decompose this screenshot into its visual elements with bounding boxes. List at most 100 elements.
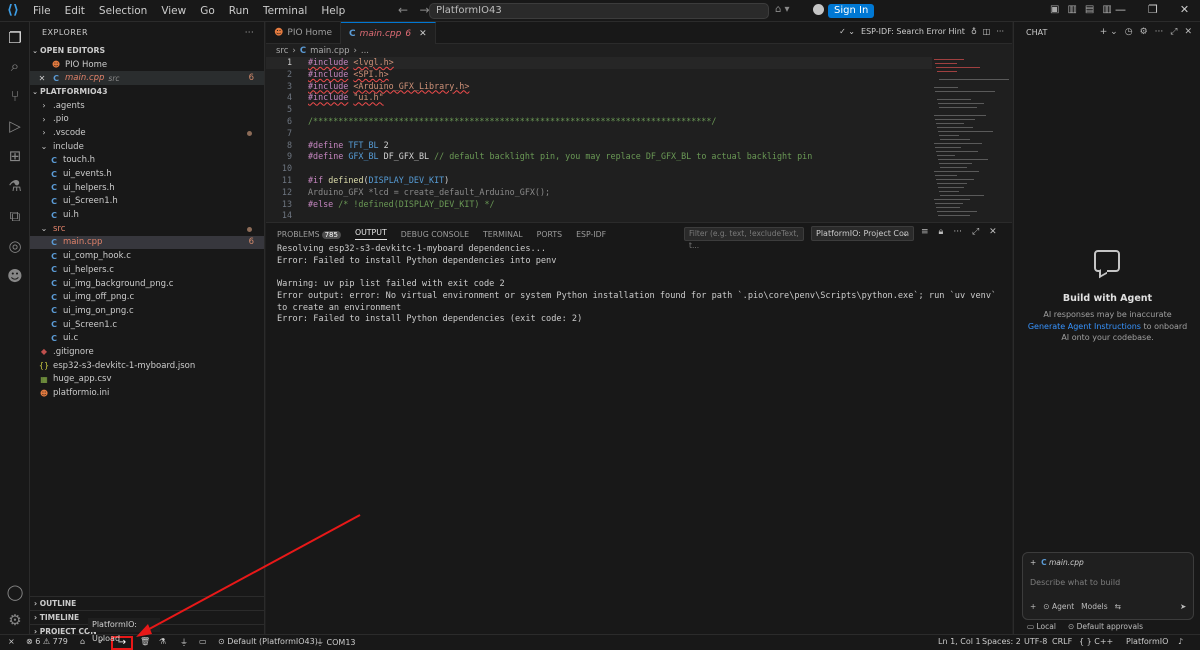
command-center-search[interactable]: PlatformIO43 — [429, 3, 769, 19]
tab-problems[interactable]: PROBLEMS 785 — [277, 230, 341, 239]
explorer-icon[interactable]: ❐ — [5, 28, 25, 48]
add-context-icon[interactable]: + — [1030, 602, 1036, 611]
file-tree-item[interactable]: Cui.h — [30, 208, 264, 222]
indentation[interactable]: Spaces: 2 — [982, 637, 1021, 646]
tab-esp-idf[interactable]: ESP-IDF — [576, 230, 606, 239]
python-icon[interactable]: ⧉ — [5, 206, 25, 226]
more-actions-icon[interactable]: ··· — [245, 22, 254, 44]
agent-mode-picker[interactable]: ⊙ Agent — [1043, 602, 1074, 611]
file-tree-item[interactable]: ◆ .gitignore — [30, 345, 264, 359]
lock-scroll-icon[interactable]: 🔒︎ — [939, 227, 944, 237]
platformio-status[interactable]: PlatformIO — [1126, 637, 1168, 646]
pio-port-switcher[interactable]: ⏚ COM13 — [316, 637, 356, 648]
file-tree-item[interactable]: ▦ huge_app.csv — [30, 373, 264, 387]
minimap[interactable] — [932, 57, 1012, 220]
more-actions-icon[interactable]: ··· — [953, 227, 962, 237]
search-icon[interactable]: ⌕ — [5, 56, 25, 76]
restore-icon[interactable]: ❐ — [1148, 3, 1158, 16]
more-actions-icon[interactable]: ··· — [1155, 27, 1164, 37]
history-icon[interactable]: ◷ — [1125, 27, 1133, 37]
close-icon[interactable]: ✕ — [36, 74, 48, 83]
project-section[interactable]: ⌄ PLATFORMIO43 — [30, 85, 264, 99]
file-tree-item[interactable]: ⌄ src — [30, 222, 264, 236]
file-tree-item[interactable]: › .agents — [30, 99, 264, 113]
file-tree-item[interactable]: Ctouch.h — [30, 154, 264, 168]
tab-output[interactable]: OUTPUT — [354, 228, 387, 240]
minimize-icon[interactable]: — — [1115, 3, 1126, 16]
menu-go[interactable]: Go — [193, 5, 222, 17]
file-tree-item[interactable]: Cui_Screen1.c — [30, 318, 264, 332]
back-arrow-icon[interactable]: ← — [398, 3, 408, 17]
file-tree-item[interactable]: Cui_comp_hook.c — [30, 249, 264, 263]
pio-monitor-plug-icon[interactable]: ⏚ — [180, 637, 188, 648]
menu-view[interactable]: View — [154, 5, 193, 17]
clear-output-icon[interactable]: ≡ — [921, 227, 929, 237]
file-tree-item[interactable]: Cui_img_background_png.c — [30, 277, 264, 291]
tab-pio-home[interactable]: ☻ PIO Home — [266, 22, 341, 44]
code-editor[interactable]: 1 #include <lvgl.h> 2 #include <SPI.h> 3 #inc… — [266, 57, 932, 220]
language-mode[interactable]: { } C++ — [1079, 637, 1113, 646]
file-tree-item[interactable]: {} esp32-s3-devkitc-1-myboard.json — [30, 359, 264, 373]
encoding[interactable]: UTF-8 — [1024, 637, 1047, 646]
pio-test-icon[interactable]: ⚗ — [159, 637, 166, 646]
account-icon[interactable]: ◯ — [5, 582, 25, 602]
approvals-toggle[interactable]: ⊙ Default approvals — [1068, 622, 1143, 631]
menu-selection[interactable]: Selection — [92, 5, 154, 17]
tab-main-cpp[interactable]: C main.cpp 6 ✕ — [341, 22, 436, 44]
file-tree-item[interactable]: Cui.c — [30, 331, 264, 345]
more-actions-icon[interactable]: ··· — [996, 27, 1004, 36]
file-tree-item[interactable]: ☻ platformio.ini — [30, 386, 264, 400]
close-icon[interactable]: ✕ — [419, 29, 427, 39]
file-tree-item[interactable]: Cui_img_off_png.c — [30, 290, 264, 304]
sign-in-button[interactable]: Sign In — [828, 4, 875, 18]
file-tree-item[interactable]: Cui_Screen1.h — [30, 195, 264, 209]
file-tree-item[interactable]: › .pio — [30, 112, 264, 126]
toggle-panel-icon[interactable]: ▤ — [1085, 4, 1094, 15]
breadcrumb-folder[interactable]: src — [276, 46, 288, 56]
new-chat-icon[interactable]: + ⌄ — [1100, 27, 1118, 37]
split-editor-icon[interactable]: ◫ — [983, 27, 991, 36]
pio-clean-icon[interactable]: 🗑︎ — [140, 637, 150, 646]
menu-edit[interactable]: Edit — [58, 5, 92, 17]
toggle-secondary-sidebar-icon[interactable]: ▥ — [1102, 4, 1111, 15]
close-panel-icon[interactable]: ✕ — [989, 227, 997, 237]
file-tree-item[interactable]: Cui_img_on_png.c — [30, 304, 264, 318]
menu-run[interactable]: Run — [222, 5, 256, 17]
menu-terminal[interactable]: Terminal — [256, 5, 314, 17]
pio-home-icon[interactable]: ⌂ — [80, 637, 85, 646]
account-globe-icon[interactable] — [813, 4, 824, 15]
menu-file[interactable]: File — [26, 5, 58, 17]
open-editor-item[interactable]: ✕ C main.cpp src 6 — [30, 71, 264, 86]
output-channel-select[interactable]: PlatformIO: Project Con ⌄ — [811, 226, 914, 241]
notifications-bell-icon[interactable]: ♪ — [1178, 637, 1183, 646]
toggle-sidebar-icon[interactable]: ▥ — [1067, 4, 1076, 15]
local-session-toggle[interactable]: ▭ Local — [1027, 622, 1056, 631]
maximize-icon[interactable]: ⤢ — [1170, 27, 1177, 37]
file-tree-item[interactable]: › .vscode — [30, 126, 264, 140]
copilot-icon[interactable]: ⌂ ▾ — [775, 4, 790, 15]
remote-icon[interactable]: ⨯ — [8, 637, 15, 646]
line-ending[interactable]: CRLF — [1052, 637, 1072, 646]
breadcrumb-symbol[interactable]: ... — [361, 46, 369, 56]
context-attachment[interactable]: + C main.cpp — [1030, 558, 1084, 567]
source-control-icon[interactable]: ⑂ — [5, 86, 25, 106]
run-debug-icon[interactable]: ▷ — [5, 116, 25, 136]
model-picker[interactable]: Models — [1081, 602, 1107, 611]
outline-section[interactable]: › OUTLINE — [30, 596, 265, 610]
send-icon[interactable]: ➤ — [1180, 602, 1186, 611]
menu-help[interactable]: Help — [314, 5, 352, 17]
close-icon[interactable]: ✕ — [1184, 27, 1192, 37]
file-tree-item[interactable]: Cui_helpers.c — [30, 263, 264, 277]
open-editor-item[interactable]: ☻ PIO Home — [30, 58, 264, 72]
layout-icon[interactable]: ▣ — [1050, 4, 1059, 15]
open-editors-section[interactable]: ⌄ OPEN EDITORS — [30, 44, 264, 58]
cursor-position[interactable]: Ln 1, Col 1 — [938, 637, 981, 646]
settings-gear-icon[interactable]: ⚙ — [1140, 27, 1148, 37]
manage-gear-icon[interactable]: ⚙ — [5, 610, 25, 630]
esp-idf-icon[interactable]: ◎ — [5, 236, 25, 256]
pio-terminal-icon[interactable]: ▭ — [199, 637, 207, 646]
chat-input[interactable]: Describe what to build — [1030, 578, 1120, 587]
tools-icon[interactable]: ⇆ — [1115, 602, 1121, 611]
maximize-panel-icon[interactable]: ⤢ — [972, 227, 979, 237]
breadcrumb-file[interactable]: main.cpp — [310, 46, 349, 56]
